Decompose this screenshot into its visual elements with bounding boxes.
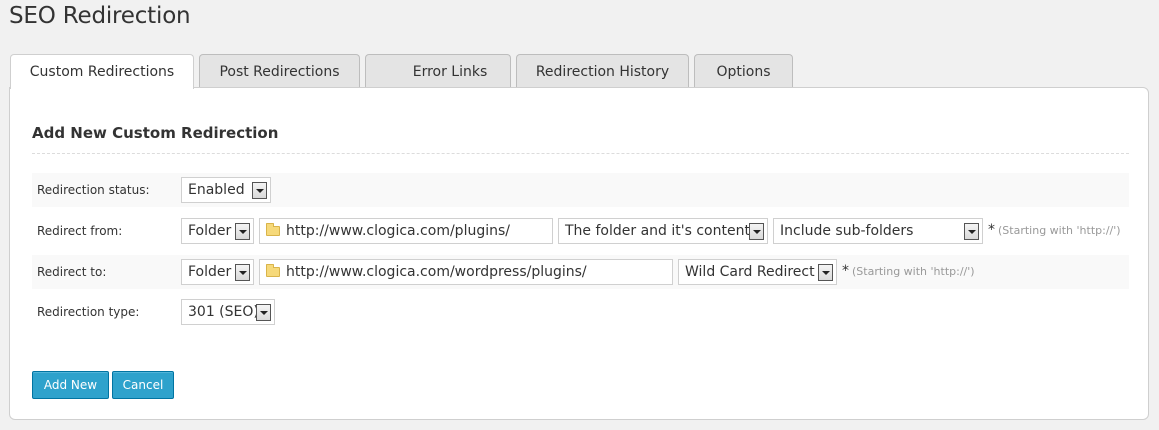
redirection-type-select[interactable]: 301 (SEO) <box>181 299 275 325</box>
redirect-from-scope-value: The folder and it's content <box>565 223 750 239</box>
redirect-from-hint-text: (Starting with 'http://') <box>998 224 1121 237</box>
redirect-from-hint: * (Starting with 'http://') <box>988 222 1121 238</box>
section-title: Add New Custom Redirection <box>32 124 279 142</box>
redirect-to-label: Redirect to: <box>37 265 107 279</box>
redirect-from-url-input[interactable]: http://www.clogica.com/plugins/ <box>259 218 553 244</box>
redirect-to-hint-text: (Starting with 'http://') <box>852 265 975 278</box>
chevron-down-icon <box>256 304 271 321</box>
redirect-from-scope-select[interactable]: The folder and it's content <box>558 218 768 244</box>
redirect-to-url-input[interactable]: http://www.clogica.com/wordpress/plugins… <box>259 259 673 285</box>
redirect-to-type-select[interactable]: Folder <box>181 259 254 285</box>
chevron-down-icon <box>235 223 250 240</box>
redirection-type-value: 301 (SEO) <box>188 304 259 320</box>
tab-error-links[interactable]: Error Links <box>365 54 511 87</box>
redirect-to-mode-value: Wild Card Redirect <box>685 264 815 280</box>
status-row: Redirection status: Enabled <box>32 173 1129 207</box>
chevron-down-icon <box>235 264 250 281</box>
section-divider <box>32 153 1129 154</box>
tab-custom-redirections[interactable]: Custom Redirections <box>10 54 194 89</box>
status-select[interactable]: Enabled <box>181 177 271 203</box>
chevron-down-icon <box>818 264 833 281</box>
status-value: Enabled <box>188 182 245 198</box>
folder-icon <box>266 223 280 236</box>
redirect-to-row: Redirect to: Folder http://www.clogica.c… <box>32 255 1129 289</box>
redirect-to-type-value: Folder <box>188 264 232 280</box>
redirect-from-type-value: Folder <box>188 223 232 239</box>
redirect-from-row: Redirect from: Folder http://www.clogica… <box>32 214 1129 248</box>
tab-options[interactable]: Options <box>694 54 793 87</box>
tab-redirection-history[interactable]: Redirection History <box>516 54 689 87</box>
tab-post-redirections[interactable]: Post Redirections <box>199 54 360 87</box>
folder-icon <box>266 264 280 277</box>
redirection-type-label: Redirection type: <box>37 305 140 319</box>
redirect-to-mode-select[interactable]: Wild Card Redirect <box>678 259 837 285</box>
chevron-down-icon <box>964 223 979 240</box>
add-new-button[interactable]: Add New <box>32 371 109 399</box>
redirect-from-type-select[interactable]: Folder <box>181 218 254 244</box>
redirection-type-row: Redirection type: 301 (SEO) <box>32 295 1129 329</box>
subfolders-select[interactable]: Include sub-folders <box>773 218 983 244</box>
page-title: SEO Redirection <box>9 3 191 29</box>
custom-redirection-panel: Add New Custom Redirection Redirection s… <box>9 87 1149 420</box>
redirect-to-hint: * (Starting with 'http://') <box>842 263 975 279</box>
redirect-to-url-value: http://www.clogica.com/wordpress/plugins… <box>286 264 587 280</box>
status-label: Redirection status: <box>37 183 150 197</box>
chevron-down-icon <box>252 182 267 199</box>
redirect-from-url-value: http://www.clogica.com/plugins/ <box>286 223 510 239</box>
redirect-from-label: Redirect from: <box>37 224 123 238</box>
chevron-down-icon <box>749 223 764 240</box>
subfolders-value: Include sub-folders <box>780 223 914 239</box>
cancel-button[interactable]: Cancel <box>112 371 174 399</box>
